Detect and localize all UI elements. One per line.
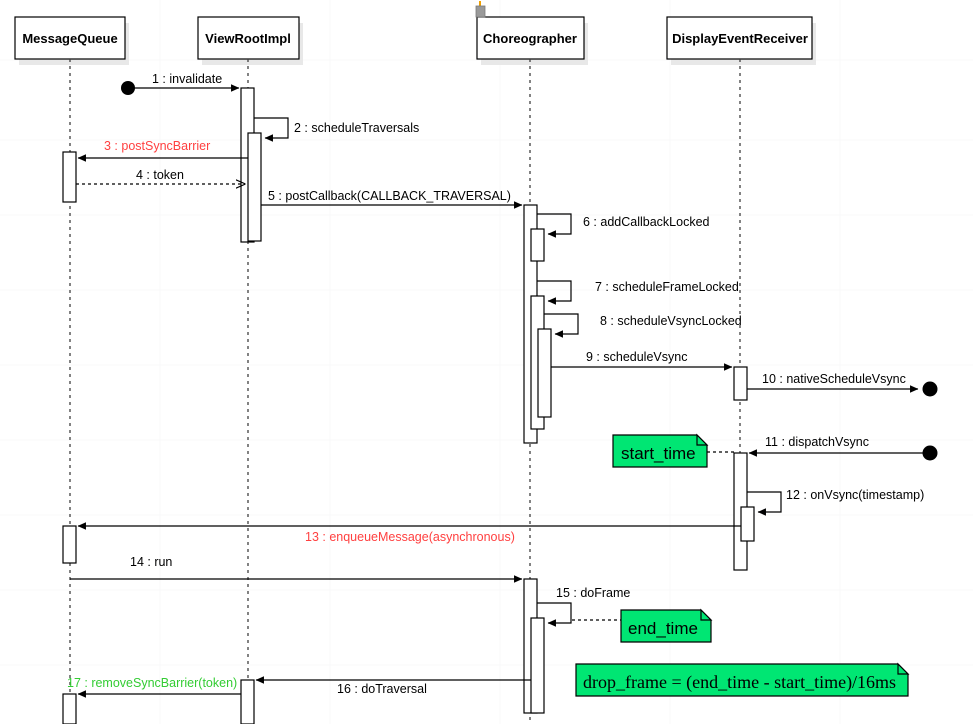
activation-messagequeue-2	[62, 525, 77, 564]
activation-choreographer-4	[537, 328, 552, 418]
background-grid	[0, 0, 973, 724]
message-14-run[interactable]: 14 : run	[70, 555, 523, 583]
note-end-time[interactable]: end_time	[572, 608, 713, 643]
message-1-invalidate[interactable]: 1 : invalidate	[121, 72, 240, 95]
message-label-16: 16 : doTraversal	[337, 682, 427, 696]
message-label-3: 3 : postSyncBarrier	[104, 139, 210, 153]
message-label-4: 4 : token	[136, 168, 184, 182]
lifeline-label-messagequeue: MessageQueue	[22, 31, 117, 46]
message-label-15: 15 : doFrame	[556, 586, 630, 600]
lifeline-label-displayeventreceiver: DisplayEventReceiver	[672, 31, 808, 46]
message-label-1: 1 : invalidate	[152, 72, 222, 86]
note-label-end-time: end_time	[628, 619, 698, 638]
message-2-scheduletraversals[interactable]: 2 : scheduleTraversals	[254, 117, 419, 142]
message-label-7: 7 : scheduleFrameLocked	[595, 280, 739, 294]
message-13-enqueuemessage[interactable]: 13 : enqueueMessage(asynchronous)	[77, 522, 741, 544]
message-17-removesyncbarrier[interactable]: 17 : removeSyncBarrier(token)	[67, 676, 241, 698]
activation-choreographer-6	[530, 617, 545, 714]
message-9-schedulevsync[interactable]: 9 : scheduleVsync	[551, 350, 733, 371]
note-fold-corner-icon	[700, 608, 713, 621]
message-label-5: 5 : postCallback(CALLBACK_TRAVERSAL)	[268, 189, 511, 203]
message-label-17: 17 : removeSyncBarrier(token)	[67, 676, 237, 690]
sequence-diagram-canvas: MessageQueue ViewRootImpl Choreographer …	[0, 0, 973, 724]
note-drop-frame[interactable]: drop_frame = (end_time - start_time)/16m…	[575, 662, 910, 697]
message-label-10: 10 : nativeScheduleVsync	[762, 372, 906, 386]
message-15-doframe[interactable]: 15 : doFrame	[537, 586, 630, 627]
message-16-dotraversal[interactable]: 16 : doTraversal	[255, 676, 531, 696]
message-6-addcallbacklocked[interactable]: 6 : addCallbackLocked	[537, 213, 710, 238]
message-label-2: 2 : scheduleTraversals	[294, 121, 419, 135]
message-label-6: 6 : addCallbackLocked	[583, 215, 710, 229]
lifeline-label-viewrootimpl: ViewRootImpl	[205, 31, 291, 46]
message-3-postsyncbarrier[interactable]: 3 : postSyncBarrier	[77, 139, 248, 162]
message-label-14: 14 : run	[130, 555, 172, 569]
activation-messagequeue-1	[62, 151, 77, 203]
activation-viewrootimpl-3	[240, 679, 255, 724]
message-4-token[interactable]: 4 : token	[76, 168, 245, 184]
message-label-13: 13 : enqueueMessage(asynchronous)	[305, 530, 515, 544]
activation-messagequeue-3	[62, 693, 77, 724]
note-label-start-time: start_time	[621, 444, 696, 463]
message-11-dispatchvsync[interactable]: 11 : dispatchVsync	[748, 435, 938, 461]
message-label-9: 9 : scheduleVsync	[586, 350, 687, 364]
message-5-postcallback[interactable]: 5 : postCallback(CALLBACK_TRAVERSAL)	[261, 189, 523, 209]
message-label-11: 11 : dispatchVsync	[765, 435, 869, 449]
message-10-nativeschedulevsync[interactable]: 10 : nativeScheduleVsync	[747, 372, 938, 397]
message-12-onvsync[interactable]: 12 : onVsync(timestamp)	[747, 488, 924, 516]
cursor-marker-icon	[475, 1, 486, 18]
activation-choreographer-2	[530, 228, 545, 262]
message-label-8: 8 : scheduleVsyncLocked	[600, 314, 742, 328]
sequence-diagram-svg: MessageQueue ViewRootImpl Choreographer …	[0, 0, 973, 724]
message-label-12: 12 : onVsync(timestamp)	[786, 488, 924, 502]
message-8-schedulevsynclocked[interactable]: 8 : scheduleVsyncLocked	[544, 313, 742, 338]
activation-der-3	[740, 506, 755, 542]
lifeline-label-choreographer: Choreographer	[483, 31, 577, 46]
activation-der-1	[733, 366, 748, 401]
lifeline-messagequeue[interactable]: MessageQueue	[14, 16, 129, 724]
activation-viewrootimpl-2	[247, 132, 262, 242]
note-label-drop-frame: drop_frame = (end_time - start_time)/16m…	[583, 672, 896, 693]
lost-message-dot-icon	[922, 381, 938, 397]
